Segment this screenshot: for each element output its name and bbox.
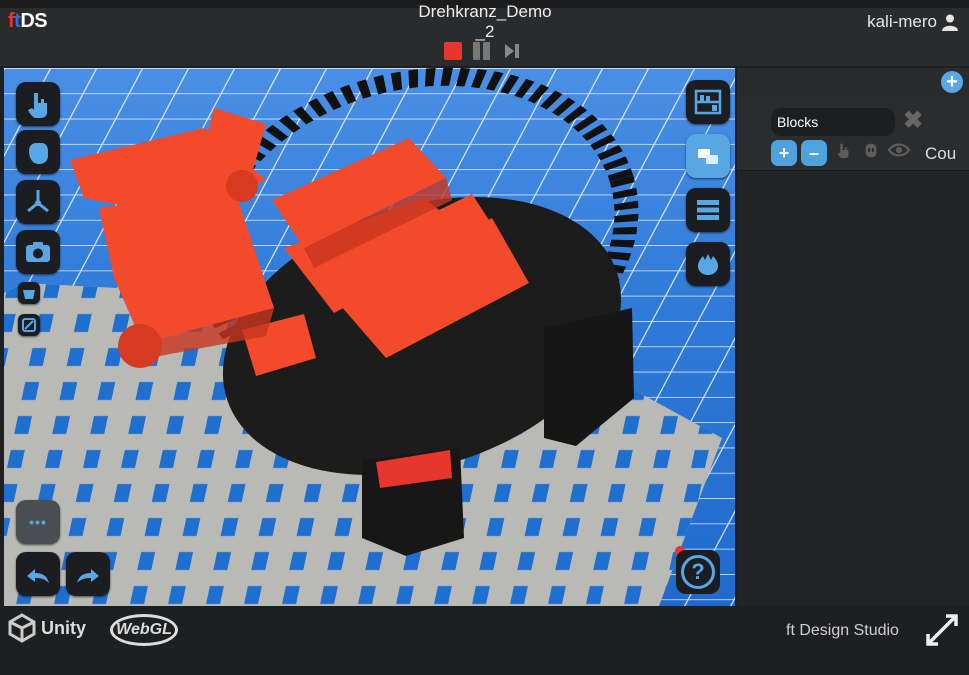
- redo-icon: [77, 569, 99, 583]
- hand-icon[interactable]: [831, 140, 855, 166]
- basket-icon: [23, 290, 35, 299]
- eye-icon[interactable]: [887, 140, 911, 166]
- parts-shelf-icon: [694, 89, 722, 115]
- water-drop-icon: [698, 254, 718, 275]
- project-title: Drehkranz_Demo _2: [418, 2, 552, 41]
- user-menu[interactable]: kali-mero: [867, 12, 959, 32]
- help-icon: ?: [681, 555, 715, 589]
- checkbox-icon: [22, 318, 36, 332]
- grab-tool-button[interactable]: [16, 130, 60, 174]
- blocks-name-field[interactable]: Blocks: [771, 108, 895, 136]
- undo-button[interactable]: [16, 552, 60, 596]
- close-icon[interactable]: ✖: [903, 108, 923, 134]
- scene-render: [4, 68, 735, 606]
- parts-catalog-button[interactable]: [686, 80, 730, 124]
- webgl-logo: WebGL: [110, 614, 178, 646]
- undo-icon: [27, 569, 49, 583]
- hand-pointer-icon: [28, 93, 47, 118]
- fullscreen-icon[interactable]: [924, 612, 960, 648]
- logo-ds: DS: [20, 10, 48, 32]
- unity-cube-icon: [8, 613, 36, 643]
- title-bar: ftDS Drehkranz_Demo _2 kali-mero: [0, 0, 969, 66]
- username: kali-mero: [867, 12, 937, 31]
- pause-icon-bar: [483, 42, 490, 60]
- move-tool-button[interactable]: [16, 180, 60, 224]
- ftds-logo: ftDS: [8, 10, 48, 33]
- list-icon: [697, 200, 719, 220]
- right-panel: + Blocks ✖ + – Cou: [737, 68, 969, 606]
- checkbox-tool-button[interactable]: [18, 314, 40, 336]
- right-panel-header: +: [737, 68, 969, 98]
- help-button[interactable]: ?: [676, 550, 720, 594]
- hand-grab-icon: [29, 143, 48, 164]
- water-view-button[interactable]: [686, 242, 730, 286]
- list-view-button[interactable]: [686, 188, 730, 232]
- robot-icon[interactable]: [859, 140, 883, 166]
- more-options-button[interactable]: •••: [16, 500, 60, 544]
- counter-label: Cou: [925, 144, 957, 163]
- more-label: •••: [29, 514, 47, 530]
- axes-gizmo-icon: [27, 190, 49, 213]
- user-icon: [942, 14, 958, 31]
- unity-logo: Unity: [8, 613, 86, 643]
- remove-block-button[interactable]: –: [801, 140, 827, 166]
- redo-button[interactable]: [66, 552, 110, 596]
- pointer-tool-button[interactable]: [16, 82, 60, 126]
- stop-button[interactable]: [444, 42, 462, 60]
- 3d-viewport[interactable]: •••: [4, 68, 735, 606]
- studio-label: ft Design Studio: [786, 622, 899, 639]
- block-actions: + –: [771, 140, 911, 166]
- basket-tool-button[interactable]: [18, 282, 40, 304]
- pause-button[interactable]: [473, 42, 491, 60]
- step-forward-button[interactable]: [503, 42, 521, 60]
- blocks-panel-button[interactable]: [686, 134, 730, 178]
- camera-icon: [26, 242, 50, 262]
- camera-tool-button[interactable]: [16, 230, 60, 274]
- add-block-group-button[interactable]: +: [941, 71, 963, 93]
- unity-label: Unity: [41, 617, 86, 638]
- blocks-icon: [698, 149, 718, 164]
- add-block-button[interactable]: +: [771, 140, 797, 166]
- pause-icon: [473, 42, 480, 60]
